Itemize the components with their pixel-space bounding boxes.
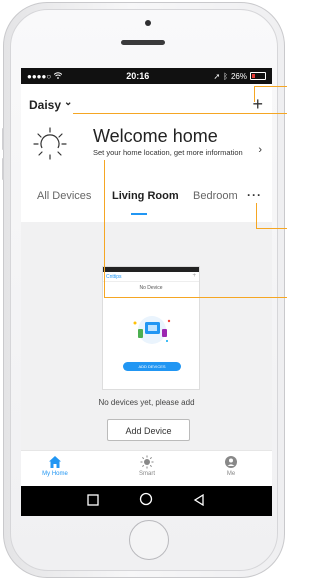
volume-button	[2, 128, 4, 150]
thumb-divider	[103, 281, 199, 282]
nav-me[interactable]: Me	[201, 455, 261, 477]
tab-all-devices[interactable]: All Devices	[37, 190, 91, 202]
callout-line-more	[256, 203, 257, 228]
bluetooth-icon: ᛒ	[223, 71, 228, 81]
welcome-banner[interactable]: Welcome home Set your home location, get…	[21, 124, 272, 174]
bottom-nav: My Home Smart Me	[21, 450, 272, 487]
add-device-button[interactable]: Add Device	[107, 419, 190, 441]
thumb-status-bar	[103, 267, 199, 272]
location-icon: ➚	[213, 71, 221, 81]
recents-icon[interactable]	[87, 493, 99, 511]
app-screen: ●●●●○ 20:16 ➚ ᛒ 26% Daisy ⌄ + Welcome ho…	[21, 68, 272, 516]
callout-line-welcome	[104, 297, 287, 298]
callout-line-more	[256, 228, 287, 229]
battery-percent: 26%	[230, 71, 247, 81]
device-list-area: Cnttips + No Device ADD DEVICES No devic…	[21, 222, 272, 450]
nav-smart[interactable]: Smart	[117, 455, 177, 477]
thumb-add-devices-button: ADD DEVICES	[123, 362, 181, 371]
sun-icon	[140, 455, 154, 469]
person-icon	[225, 456, 237, 468]
signal-icon: ●●●●○	[27, 71, 52, 81]
active-tab-indicator	[131, 213, 147, 215]
callout-line-home	[73, 113, 287, 114]
empty-state-illustration: Cnttips + No Device ADD DEVICES	[102, 266, 200, 390]
home-name: Daisy	[29, 98, 62, 112]
battery-icon	[249, 72, 266, 80]
nav-label: Smart	[138, 471, 155, 477]
phone-home-button[interactable]	[129, 520, 169, 560]
volume-button	[2, 158, 4, 180]
thumb-brand: Cnttips	[106, 274, 122, 280]
wifi-icon	[53, 71, 63, 81]
nav-my-home[interactable]: My Home	[25, 455, 85, 477]
thumb-no-device: No Device	[139, 285, 163, 291]
home-icon	[49, 456, 61, 468]
android-nav-bar	[21, 486, 272, 516]
home-selector[interactable]: Daisy ⌄	[29, 96, 73, 113]
room-tabs: All Devices Living Room Bedroom ···	[21, 188, 272, 212]
callout-line-welcome	[104, 160, 105, 297]
front-camera	[145, 20, 151, 26]
callout-line-add	[254, 86, 287, 87]
devices-illustration-icon	[133, 316, 171, 344]
chevron-down-icon: ⌄	[64, 96, 73, 108]
earpiece	[121, 40, 165, 45]
status-time: 20:16	[126, 71, 150, 81]
nav-label: My Home	[42, 471, 68, 477]
welcome-subtitle: Set your home location, get more informa…	[93, 148, 243, 157]
chevron-right-icon: ›	[258, 144, 262, 156]
status-bar: ●●●●○ 20:16 ➚ ᛒ 26%	[21, 68, 272, 84]
callout-line-add	[254, 86, 255, 102]
back-icon[interactable]	[193, 493, 205, 511]
tab-bedroom[interactable]: Bedroom	[193, 190, 238, 202]
thumb-add-icon: +	[192, 273, 196, 279]
nav-label: Me	[226, 471, 236, 477]
more-icon[interactable]: ···	[247, 188, 262, 202]
tab-living-room[interactable]: Living Room	[112, 190, 179, 202]
empty-message: No devices yet, please add	[98, 398, 195, 407]
welcome-title: Welcome home	[93, 126, 218, 146]
home-nav-icon[interactable]	[139, 492, 153, 511]
sun-icon	[33, 127, 67, 160]
